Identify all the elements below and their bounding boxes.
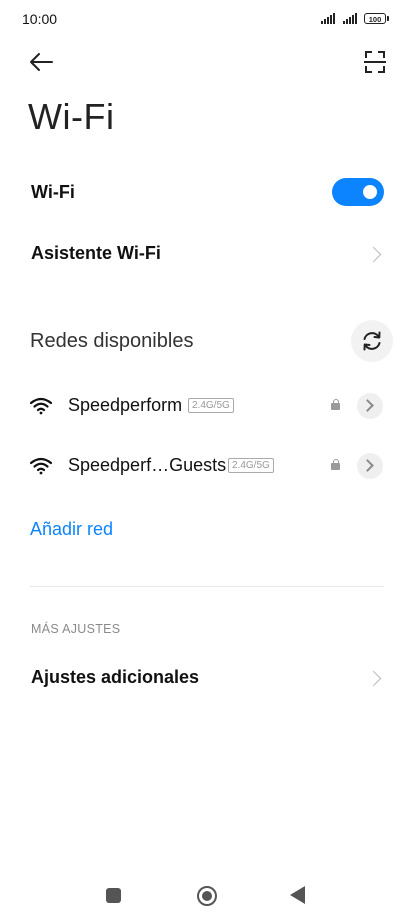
refresh-button[interactable] bbox=[351, 320, 393, 362]
divider bbox=[30, 586, 384, 587]
back-arrow-icon bbox=[30, 53, 53, 71]
lock-icon bbox=[331, 399, 340, 410]
wifi-icon bbox=[30, 457, 52, 475]
network-item[interactable]: Speedperform 2.4G/5G bbox=[0, 386, 414, 426]
network-name: Speedperf…Guests bbox=[68, 455, 227, 475]
status-time: 10:00 bbox=[22, 11, 58, 27]
scan-icon bbox=[364, 51, 386, 73]
page-title: Wi-Fi bbox=[28, 96, 115, 137]
network-band-badge: 2.4G/5G bbox=[188, 398, 234, 413]
battery-icon: 100 bbox=[364, 13, 386, 24]
additional-settings-row[interactable]: Ajustes adicionales bbox=[0, 656, 414, 700]
signal-icon bbox=[321, 12, 335, 24]
chevron-right-icon bbox=[365, 670, 382, 687]
battery-level: 100 bbox=[368, 15, 382, 24]
refresh-icon bbox=[363, 331, 381, 351]
chevron-right-icon bbox=[365, 246, 382, 263]
scan-qr-button[interactable] bbox=[356, 45, 394, 79]
wifi-icon bbox=[30, 397, 52, 415]
wifi-assistant-label: Asistente Wi-Fi bbox=[31, 243, 161, 263]
toggle-knob bbox=[363, 185, 377, 199]
add-network-link[interactable]: Añadir red bbox=[30, 519, 113, 540]
battery-tip bbox=[387, 16, 389, 21]
network-band-badge: 2.4G/5G bbox=[228, 458, 274, 473]
status-bar: 10:00 100 bbox=[0, 0, 414, 38]
back-button[interactable] bbox=[22, 45, 60, 79]
signal-icon bbox=[343, 12, 357, 24]
wifi-toggle-label: Wi-Fi bbox=[31, 182, 75, 202]
chevron-right-icon bbox=[361, 459, 374, 472]
network-details-button[interactable] bbox=[357, 393, 383, 419]
wifi-assistant-row[interactable]: Asistente Wi-Fi bbox=[0, 232, 414, 276]
home-button[interactable] bbox=[197, 886, 217, 906]
chevron-right-icon bbox=[361, 399, 374, 412]
recents-button[interactable] bbox=[106, 888, 121, 903]
more-settings-label: MÁS AJUSTES bbox=[31, 622, 121, 636]
available-networks-title: Redes disponibles bbox=[30, 330, 194, 352]
network-item[interactable]: Speedperf…Guests 2.4G/5G bbox=[0, 446, 414, 486]
lock-icon bbox=[331, 459, 340, 470]
additional-settings-label: Ajustes adicionales bbox=[31, 667, 200, 687]
network-name: Speedperform bbox=[68, 395, 183, 415]
network-details-button[interactable] bbox=[357, 453, 383, 479]
nav-back-button[interactable] bbox=[290, 886, 305, 904]
wifi-toggle[interactable] bbox=[332, 178, 384, 206]
